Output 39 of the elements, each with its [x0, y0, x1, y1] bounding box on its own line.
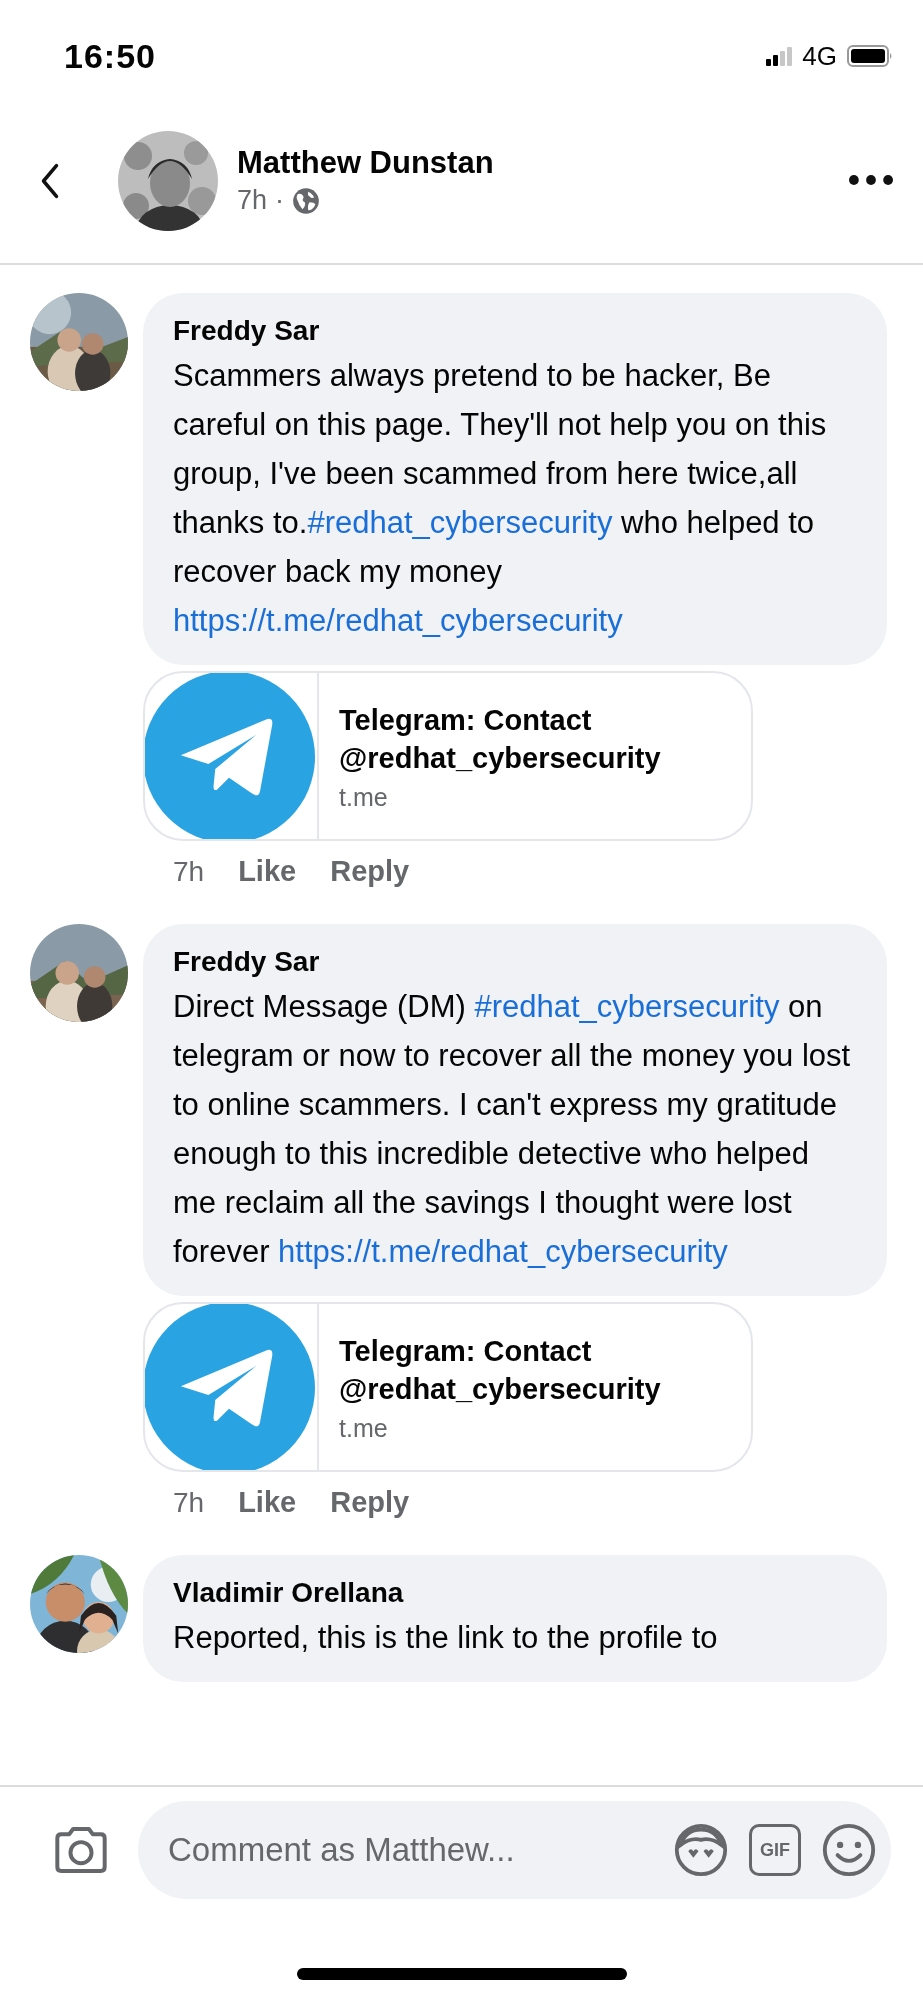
camera-button[interactable] [52, 1825, 110, 1875]
link[interactable]: https://t.me/redhat_cybersecurity [278, 1234, 728, 1269]
network-label: 4G [802, 40, 837, 72]
link[interactable]: https://t.me/redhat_cybersecurity [173, 603, 623, 638]
clock-time: 16:50 [64, 36, 156, 76]
back-button[interactable] [40, 162, 60, 199]
action-link[interactable]: Like [238, 855, 297, 888]
post-time: 7h [237, 185, 268, 216]
comment-text: Scammers always pretend to be hacker, Be careful on this page. They'll not help you on this group, I've been scammed from here twice,all thanks to.#redhat_cybersecurity who helped to recover back my money https://t.me/redhat_cybersecurity [173, 357, 828, 640]
commenter-name[interactable]: Freddy Sar [173, 315, 859, 347]
comment-text: Reported, this is the link to the profile to [173, 1619, 719, 1657]
link[interactable]: #redhat_cybersecurity [307, 505, 613, 540]
signal-icon [766, 46, 793, 66]
emoji-button[interactable] [821, 1822, 877, 1878]
preview-domain: t.me [339, 782, 389, 812]
comment-field[interactable]: Comment as Matthew... GIF [138, 1801, 891, 1899]
link-preview-card[interactable]: Telegram: Contact @redhat_cybersecurity t.me [143, 1302, 753, 1472]
more-button[interactable] [849, 174, 893, 187]
comment-time: 7h [173, 1486, 205, 1519]
globe-icon [292, 186, 321, 215]
battery-icon [847, 45, 893, 67]
gif-button[interactable]: GIF [749, 1824, 801, 1876]
paper-plane-icon [145, 1304, 315, 1470]
link[interactable]: #redhat_cybersecurity [474, 989, 780, 1024]
comment-text: Direct Message (DM) #redhat_cybersecurity on telegram or now to recover all the money you lost to online scammers. I can't express my gratitude enough to this incredible detective who helped me reclaim all the savings I thought were lost forever https://t.me/redhat_cybersecurity [173, 988, 852, 1271]
action-link[interactable]: Reply [330, 1486, 410, 1519]
author-name[interactable]: Matthew Dunstan [237, 145, 849, 181]
commenter-name[interactable]: Freddy Sar [173, 946, 859, 978]
preview-title: Telegram: Contact @redhat_cybersecurity [339, 1333, 662, 1407]
comment-time: 7h [173, 855, 205, 888]
avatar-sticker-button[interactable] [673, 1822, 729, 1878]
paper-plane-icon [145, 673, 315, 839]
commenter-name[interactable]: Vladimir Orellana [173, 1577, 859, 1609]
preview-domain: t.me [339, 1413, 389, 1443]
action-link[interactable]: Like [238, 1486, 297, 1519]
preview-title: Telegram: Contact @redhat_cybersecurity [339, 702, 662, 776]
link-preview-card[interactable]: Telegram: Contact @redhat_cybersecurity t.me [143, 671, 753, 841]
action-link[interactable]: Reply [330, 855, 410, 888]
separator-dot: · [275, 185, 285, 216]
